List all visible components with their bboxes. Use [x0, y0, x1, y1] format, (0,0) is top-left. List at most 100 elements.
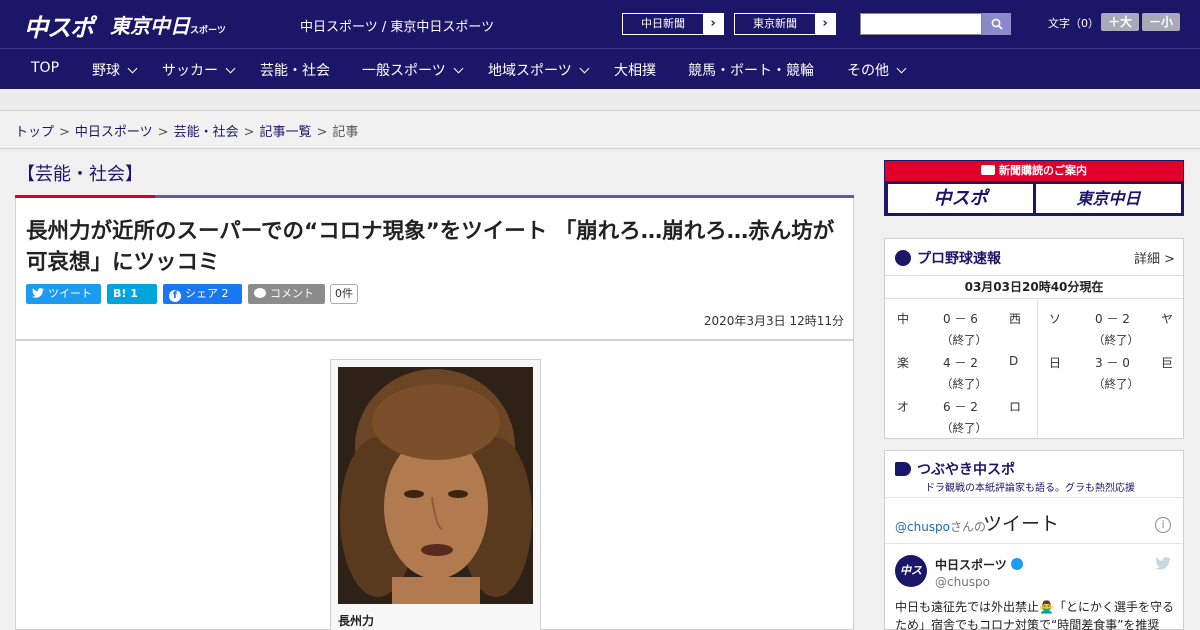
- chevron-right-icon: ›: [822, 16, 828, 31]
- newspaper-icon: [981, 165, 995, 175]
- away-team: ヤ: [1161, 312, 1174, 326]
- chevron-down-icon: [896, 63, 907, 74]
- tokyo-logo-sub: スポーツ: [190, 26, 226, 36]
- nav-item-entertainment[interactable]: 芸能・社会: [260, 60, 330, 80]
- chevron-down-icon: [225, 63, 236, 74]
- nav-item-local-sports[interactable]: 地域スポーツ: [488, 60, 590, 80]
- game-score[interactable]: ソ 0 － 2 ヤ （終了）: [1037, 310, 1185, 354]
- score: 0 － 6: [943, 312, 978, 326]
- baseball-title: プロ野球速報: [895, 248, 1001, 268]
- tokyo-logo-text: 東京中日: [110, 14, 190, 38]
- breadcrumb-link-top[interactable]: トップ: [15, 125, 54, 140]
- search-icon: [991, 18, 1003, 30]
- game-score[interactable]: オ 6 － 2 ロ （終了）: [885, 398, 1033, 442]
- twitter-widget: つぶやき中スポ ドラ観戦の本紙評論家も語る。グラも熱烈応援 @chuspoさんの…: [884, 450, 1184, 630]
- avatar[interactable]: 中スポ: [895, 555, 927, 609]
- breadcrumb-sep: >: [316, 125, 328, 140]
- chuspo-logo[interactable]: 中スポ: [24, 8, 94, 42]
- nav-label: 地域スポーツ: [488, 63, 572, 79]
- tweets-heading: ツイート: [983, 513, 1060, 535]
- game-status: （終了）: [941, 333, 987, 347]
- subscribe-tokyo-button[interactable]: 東京中日: [1036, 184, 1181, 213]
- subscribe-chuspo-button[interactable]: 中スポ: [888, 184, 1033, 213]
- search-button[interactable]: [982, 13, 1011, 35]
- subscription-header-text: 新聞購読のご案内: [999, 164, 1087, 177]
- article-photo[interactable]: [338, 367, 533, 604]
- tweet-author-name[interactable]: 中日スポーツ: [935, 556, 1023, 573]
- tweet-text: 中日も遠征先では外出禁止🙅‍♂️「とにかく選手を守るため」宿舎でもコロナ対策で“…: [895, 600, 1174, 630]
- info-icon[interactable]: i: [1155, 517, 1171, 533]
- baseball-icon: [895, 250, 911, 266]
- hatebu-button[interactable]: B! 1: [107, 284, 157, 304]
- breadcrumb: トップ > 中日スポーツ > 芸能・社会 > 記事一覧 > 記事: [15, 121, 358, 140]
- section-label[interactable]: 【芸能・社会】: [17, 160, 143, 186]
- breadcrumb-link-section[interactable]: 芸能・社会: [174, 125, 239, 140]
- baseball-scores-box: プロ野球速報 詳細 > 03月03日20時40分現在 中 0 － 6 西 （終了） ソ…: [884, 238, 1184, 439]
- handle-suffix: さんの: [950, 520, 987, 534]
- breadcrumb-link-list[interactable]: 記事一覧: [260, 125, 312, 140]
- font-smaller-button[interactable]: －小: [1142, 13, 1180, 31]
- nav-label: その他: [847, 63, 889, 79]
- nav-label: TOP: [31, 60, 60, 76]
- facebook-share-count: 2: [221, 287, 229, 300]
- chevron-down-icon: [579, 63, 590, 74]
- megaphone-icon: [895, 462, 911, 476]
- breadcrumb-bar: トップ > 中日スポーツ > 芸能・社会 > 記事一覧 > 記事: [0, 111, 1200, 149]
- game-score[interactable]: 楽 4 － 2 D （終了）: [885, 354, 1033, 398]
- nav-item-other[interactable]: その他: [847, 60, 907, 80]
- tweet-button[interactable]: ツイート: [26, 284, 101, 304]
- breadcrumb-current: 記事: [332, 125, 359, 140]
- nav-item-top[interactable]: TOP: [31, 60, 59, 76]
- baseball-title-text: プロ野球速報: [917, 251, 1001, 267]
- game-score[interactable]: 日 3 － 0 巨 （終了）: [1037, 354, 1185, 398]
- nav-item-soccer[interactable]: サッカー: [162, 60, 236, 80]
- tokyo-chunichi-logo[interactable]: 東京中日スポーツ: [110, 10, 226, 40]
- handle-link: @chuspo: [895, 520, 951, 534]
- comment-count: 0件: [330, 284, 358, 304]
- home-team: 日: [1049, 356, 1062, 370]
- away-team: 西: [1009, 312, 1022, 326]
- paper-button-label: 東京新聞: [735, 14, 815, 34]
- nav-item-general-sports[interactable]: 一般スポーツ: [362, 60, 464, 80]
- site-names: 中日スポーツ / 東京中日スポーツ: [300, 20, 495, 35]
- score: 6 － 2: [943, 400, 978, 414]
- tweets-header-handle[interactable]: @chuspoさんの: [895, 518, 986, 535]
- baseball-detail-link[interactable]: 詳細 >: [1134, 248, 1175, 267]
- hatebu-icon: B!: [113, 287, 127, 300]
- nav-label: 一般スポーツ: [362, 63, 446, 79]
- twitter-bird-icon[interactable]: [1155, 557, 1171, 570]
- chevron-down-icon: [127, 63, 138, 74]
- facebook-share-label: シェア: [185, 287, 218, 300]
- game-status: （終了）: [1093, 333, 1139, 347]
- twitter-widget-title-text: つぶやき中スポ: [917, 462, 1015, 478]
- tweet-button-label: ツイート: [48, 287, 92, 300]
- game-score[interactable]: 中 0 － 6 西 （終了）: [885, 310, 1033, 354]
- away-team: D: [1009, 354, 1019, 368]
- nav-label: 野球: [92, 63, 120, 79]
- font-larger-button[interactable]: ＋大: [1101, 13, 1139, 31]
- portrait-image: [338, 367, 533, 604]
- tweet-author-handle[interactable]: @chuspo: [935, 575, 990, 589]
- search-input[interactable]: [860, 13, 982, 35]
- game-status: （終了）: [1093, 377, 1139, 391]
- nav-item-baseball[interactable]: 野球: [92, 60, 138, 80]
- tokyo-shimbun-button[interactable]: 東京新聞 ›: [734, 13, 836, 35]
- main-nav: TOP 野球 サッカー 芸能・社会 一般スポーツ 地域スポーツ 大相撲 競馬・ボ…: [0, 48, 1200, 89]
- chunichi-shimbun-button[interactable]: 中日新聞 ›: [622, 13, 724, 35]
- breadcrumb-link-chunichi[interactable]: 中日スポーツ: [75, 125, 153, 140]
- facebook-share-button[interactable]: f シェア 2: [163, 284, 242, 304]
- verified-badge-icon: [1010, 558, 1023, 570]
- nav-item-sumo[interactable]: 大相撲: [614, 60, 656, 80]
- chevron-down-icon: [453, 63, 464, 74]
- away-team: ロ: [1009, 400, 1022, 414]
- tweets-header: @chuspoさんの ツイート i: [885, 497, 1183, 544]
- breadcrumb-sep: >: [59, 125, 70, 140]
- nav-label: 芸能・社会: [260, 63, 330, 79]
- home-team: 中: [897, 312, 910, 326]
- comment-button[interactable]: コメント: [248, 284, 325, 304]
- baseball-updated: 03月03日20時40分現在: [885, 275, 1183, 299]
- nav-item-racing[interactable]: 競馬・ボート・競輪: [688, 60, 814, 80]
- score: 3 － 0: [1095, 356, 1130, 370]
- breadcrumb-sep: >: [157, 125, 169, 140]
- away-team: 巨: [1161, 356, 1174, 370]
